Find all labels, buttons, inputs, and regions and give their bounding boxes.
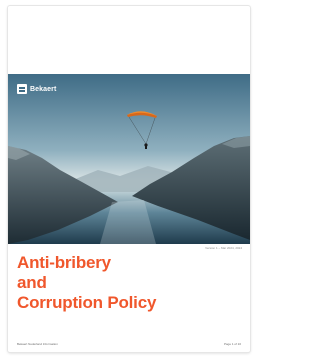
brand-logo: Bekaert bbox=[17, 84, 56, 94]
footer-classification: Bekaert Nederland Information bbox=[17, 342, 58, 346]
mountain-lake-image bbox=[8, 74, 250, 244]
cover-photo: Bekaert bbox=[8, 74, 250, 244]
title-line-3: Corruption Policy bbox=[17, 293, 157, 312]
title-line-1: Anti-bribery bbox=[17, 253, 111, 272]
document-page: Bekaert Version 1 – Mar 2024, 2024 Anti-… bbox=[8, 6, 250, 352]
title-line-2: and bbox=[17, 273, 47, 292]
brand-name: Bekaert bbox=[30, 85, 57, 93]
version-date: Version 1 – Mar 2024, 2024 bbox=[205, 246, 242, 250]
document-title: Anti-bribery and Corruption Policy bbox=[17, 253, 245, 313]
footer-page-number: Page 1 of 10 bbox=[223, 342, 241, 346]
bekaert-logo-icon bbox=[17, 84, 27, 94]
